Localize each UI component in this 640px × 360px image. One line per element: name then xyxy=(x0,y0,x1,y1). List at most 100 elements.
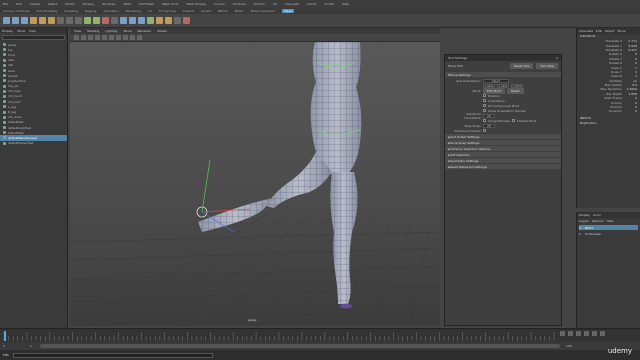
channel-value[interactable]: 5.099 xyxy=(625,44,637,48)
viewport-menu-shading[interactable]: Shading xyxy=(87,29,99,33)
channel-value[interactable]: 0 xyxy=(625,96,637,100)
channel-menu-channels[interactable]: Channels xyxy=(579,29,593,33)
transform-constraint-select[interactable]: Off xyxy=(483,113,495,118)
channel-menu-object[interactable]: Object xyxy=(605,29,615,33)
menu-item-file[interactable]: File xyxy=(3,2,8,6)
reset-tool-button[interactable]: Reset Tool xyxy=(510,63,534,69)
menu-item-display[interactable]: Display xyxy=(83,2,94,6)
shelf-tab[interactable]: Poly Modeling xyxy=(36,9,57,13)
channel-value[interactable]: 0 xyxy=(625,105,637,109)
menu-item-mesh-tools[interactable]: Mesh Tools xyxy=(162,2,178,6)
range-slider[interactable]: 1 1 120 xyxy=(0,342,640,350)
wireframe-icon[interactable] xyxy=(88,35,93,40)
menu-item-uv[interactable]: UV xyxy=(273,2,277,6)
outliner-search-input[interactable] xyxy=(2,35,65,40)
move-tool-icon[interactable] xyxy=(30,17,37,24)
range-start[interactable]: 1 xyxy=(3,344,5,348)
outliner-item[interactable]: defaultObjectSet xyxy=(0,141,67,146)
channel-value[interactable]: 0.227 xyxy=(625,48,637,52)
layer-tab-display[interactable]: Display xyxy=(579,213,590,217)
preserve-children-checkbox[interactable] xyxy=(483,129,486,132)
collapsed-section[interactable]: ▸ Common Selection Options xyxy=(445,146,561,151)
3d-viewport[interactable] xyxy=(70,42,440,326)
bevel-icon[interactable] xyxy=(165,17,172,24)
play-forward-icon[interactable] xyxy=(584,331,589,336)
cylinder-icon[interactable] xyxy=(138,17,145,24)
multicut-icon[interactable] xyxy=(183,17,190,24)
step-forward-icon[interactable] xyxy=(592,331,597,336)
cube-icon[interactable] xyxy=(120,17,127,24)
textured-icon[interactable] xyxy=(102,35,107,40)
ipr-render-icon[interactable] xyxy=(102,17,109,24)
lights-icon[interactable] xyxy=(109,35,114,40)
channel-value[interactable]: 1 xyxy=(625,74,637,78)
menu-item-deform[interactable]: Deform xyxy=(254,2,265,6)
shelf-tab[interactable]: Curves / Surfaces xyxy=(3,9,29,13)
menu-item-create[interactable]: Create xyxy=(30,2,40,6)
layers-menu-options[interactable]: Options xyxy=(592,219,604,223)
menu-item-surfaces[interactable]: Surfaces xyxy=(233,2,246,6)
menu-item-modify[interactable]: Modify xyxy=(65,2,75,6)
visibility-toggle[interactable]: V xyxy=(579,226,583,230)
visibility-toggle[interactable]: V xyxy=(579,232,583,236)
menu-item-generate[interactable]: Generate xyxy=(285,2,299,6)
menu-item-mesh-display[interactable]: Mesh Display xyxy=(186,2,206,6)
menu-item-curves[interactable]: Curves xyxy=(214,2,224,6)
layer-row[interactable]: V Bikini xyxy=(579,225,638,230)
snap-curve-icon[interactable] xyxy=(66,17,73,24)
layers-menu-layers[interactable]: Layers xyxy=(579,219,589,223)
command-language-label[interactable]: MEL xyxy=(3,353,9,357)
current-frame[interactable]: 1 xyxy=(30,344,32,348)
pin-option-checkbox[interactable] xyxy=(483,109,486,112)
move-settings-section[interactable]: ▾ Move Settings xyxy=(445,72,561,77)
viewport-menu-show[interactable]: Show xyxy=(123,29,131,33)
shelf-tab[interactable]: FX xyxy=(148,9,152,13)
step-back-icon[interactable] xyxy=(568,331,573,336)
collapsed-section[interactable]: ▸ Reset Displayed Settings xyxy=(445,164,561,169)
layer-tab-anim[interactable]: Anim xyxy=(593,213,601,217)
outliner-menu-show[interactable]: Show xyxy=(17,29,25,33)
viewport-menu-lighting[interactable]: Lighting xyxy=(105,29,117,33)
outliner-menu-help[interactable]: Help xyxy=(29,29,36,33)
go-to-start-icon[interactable] xyxy=(560,331,565,336)
shelf-tab[interactable]: Sculpting xyxy=(64,9,78,13)
extrude-icon[interactable] xyxy=(156,17,163,24)
command-input[interactable] xyxy=(13,352,214,358)
axis-orientation-select[interactable]: Object xyxy=(483,78,509,83)
collapsed-section[interactable]: ▸ Symmetry Settings xyxy=(445,158,561,163)
channel-menu-show[interactable]: Show xyxy=(617,29,625,33)
layer-row[interactable]: V Underwear xyxy=(579,231,638,236)
channel-value[interactable]: -7.711 xyxy=(625,39,637,43)
menu-item-edit[interactable]: Edit xyxy=(16,2,22,6)
shelf-tab[interactable]: Rendering xyxy=(126,9,141,13)
menu-item-arnold[interactable]: Arnold xyxy=(324,2,334,6)
channel-menu-edit[interactable]: Edit xyxy=(596,29,602,33)
channel-value[interactable]: 0 xyxy=(625,61,637,65)
select-tool-icon[interactable] xyxy=(3,17,10,24)
closest-point-radio[interactable] xyxy=(511,119,515,122)
along-normals-radio[interactable] xyxy=(483,119,486,122)
scale-tool-icon[interactable] xyxy=(48,17,55,24)
inputs-item[interactable]: Bk|Position xyxy=(577,121,640,126)
collapsed-section[interactable]: ▸ Joint Orient Settings xyxy=(445,134,561,139)
channel-value[interactable]: 1 xyxy=(625,66,637,70)
pin-option-checkbox[interactable] xyxy=(483,99,486,102)
collapsed-section[interactable]: ▸ Soft Selection xyxy=(445,152,561,157)
shelf-tab[interactable]: MASH xyxy=(235,9,244,13)
play-back-icon[interactable] xyxy=(576,331,581,336)
menu-item-select[interactable]: Select xyxy=(48,2,57,6)
channel-value[interactable]: 1.058 xyxy=(625,92,637,96)
shelf-tab[interactable]: Custom xyxy=(183,9,195,13)
render-settings-icon[interactable] xyxy=(111,17,118,24)
tool-help-button[interactable]: Tool Help xyxy=(536,63,558,69)
channel-value[interactable]: 0 xyxy=(625,52,637,56)
channel-value[interactable]: 0.5 xyxy=(625,83,637,87)
viewport-menu-panels[interactable]: Panels xyxy=(157,29,167,33)
channel-value[interactable]: 1.2000 xyxy=(625,87,638,91)
shelf-tab[interactable]: Bifrost xyxy=(218,9,228,13)
snap-grid-icon[interactable] xyxy=(57,17,64,24)
close-icon[interactable]: × xyxy=(555,56,558,60)
history-icon[interactable] xyxy=(84,17,91,24)
menu-item-windows[interactable]: Windows xyxy=(102,2,115,6)
shelf-tab-active[interactable]: XGen xyxy=(281,9,294,13)
